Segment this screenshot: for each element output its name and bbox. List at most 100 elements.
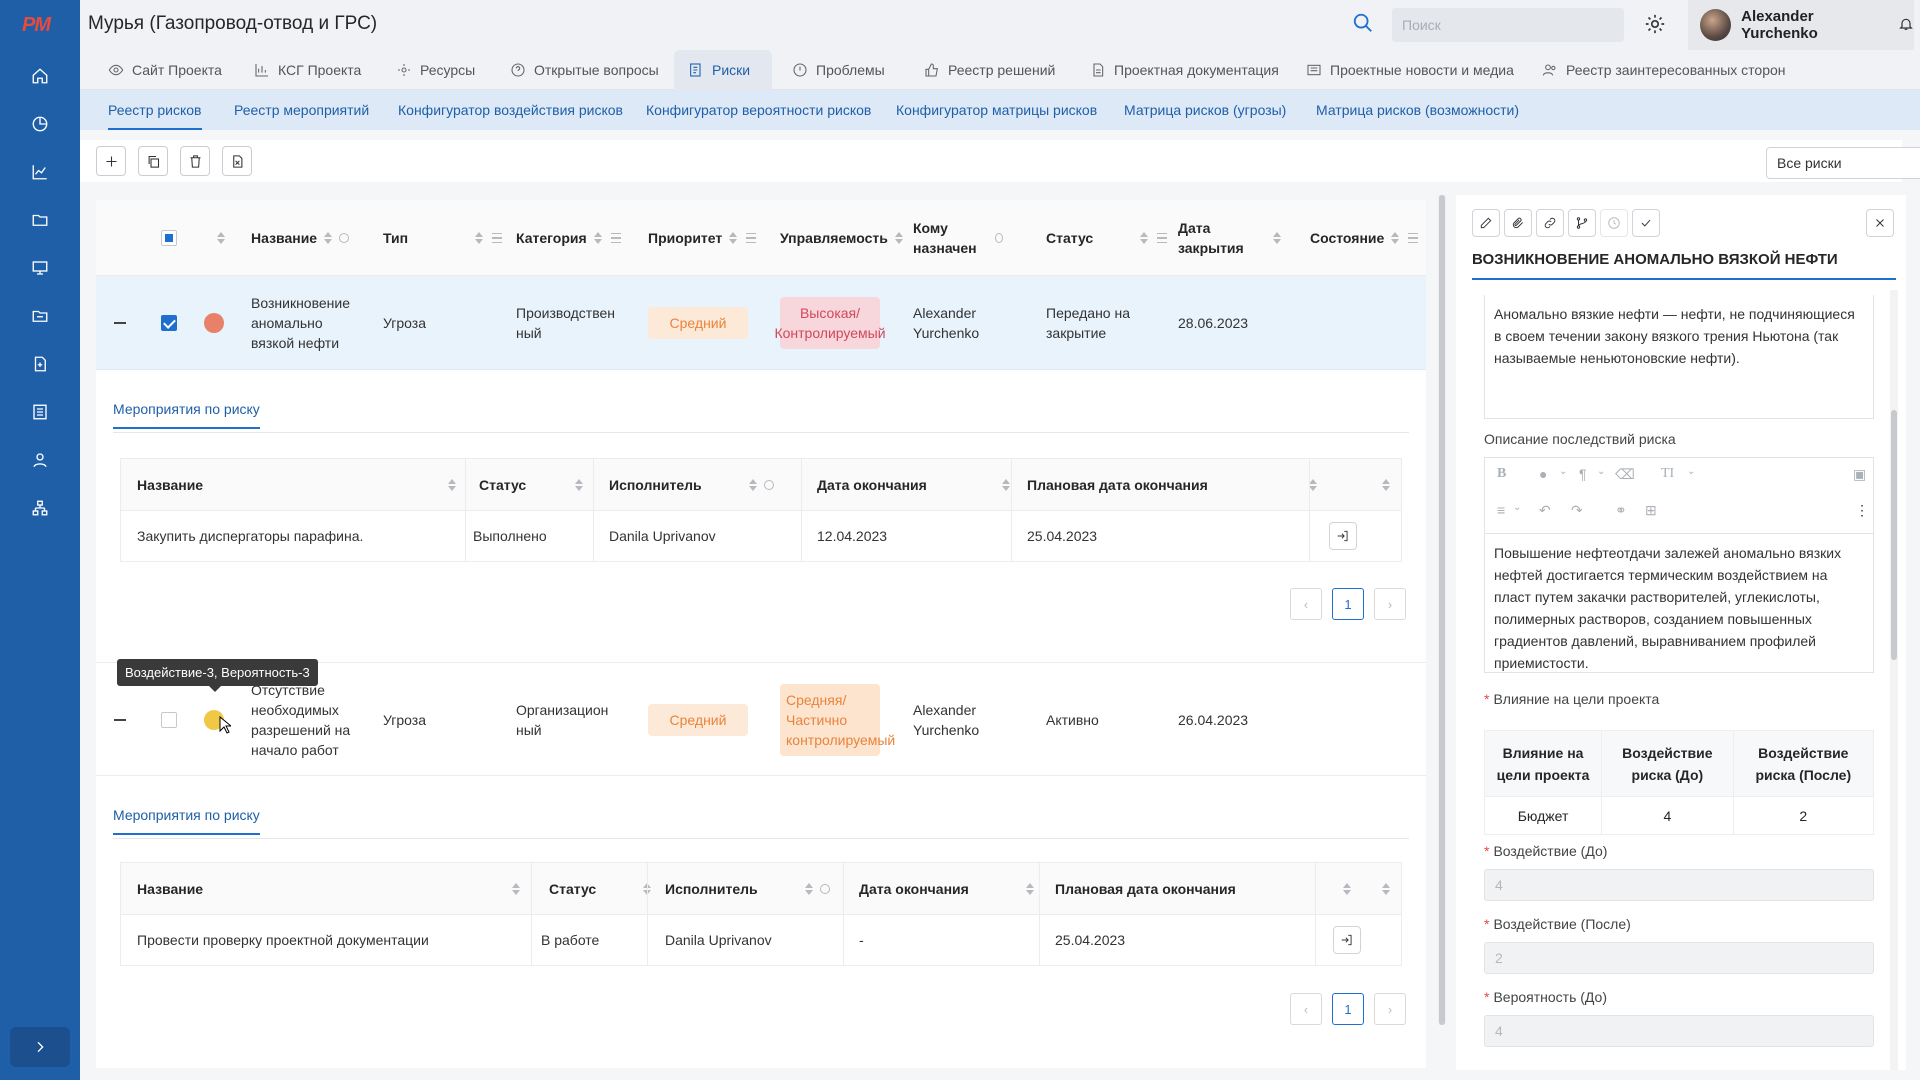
text-size-icon[interactable]: TI (1661, 466, 1674, 482)
tab-ksg[interactable]: КСГ Проекта (254, 50, 361, 90)
sidebar-expand-button[interactable] (10, 1027, 70, 1067)
m-col-executor[interactable]: Исполнитель (609, 459, 774, 511)
user-icon[interactable] (28, 448, 52, 472)
org-structure-icon[interactable] (28, 496, 52, 520)
m-col-status[interactable]: Статус (549, 863, 652, 915)
chevron-down-icon[interactable]: ⌄ (1513, 502, 1521, 513)
collapse-icon[interactable] (114, 276, 126, 370)
redo-icon[interactable]: ↷ (1571, 502, 1583, 519)
file-add-icon[interactable] (28, 352, 52, 376)
col-control[interactable]: Управляемость (780, 200, 904, 276)
tab-resources[interactable]: Ресурсы (396, 50, 475, 90)
m-col-plan-end[interactable]: Плановая дата окончания (1055, 863, 1352, 915)
next-page-button[interactable]: › (1374, 993, 1406, 1025)
align-icon[interactable]: ≡ (1497, 502, 1505, 518)
page-number[interactable]: 1 (1332, 993, 1364, 1025)
analytics-icon[interactable] (28, 160, 52, 184)
col-close-date-sort[interactable] (1266, 200, 1282, 276)
risk-level-dot[interactable] (204, 276, 224, 370)
description-text[interactable]: Аномально вязкие нефти — нефти, не подчи… (1484, 295, 1874, 419)
search-icon[interactable] (1352, 12, 1374, 34)
delete-button[interactable] (180, 146, 210, 176)
dashboard-icon[interactable] (28, 112, 52, 136)
tab-stakeholders[interactable]: Реестр заинтересованных сторон (1542, 50, 1786, 90)
image-icon[interactable]: ▣ (1853, 466, 1866, 483)
subtab-risk-registry[interactable]: Реестр рисков (108, 90, 202, 130)
color-icon[interactable]: ● (1539, 466, 1547, 482)
risk-filter-select[interactable]: Все риски (1766, 147, 1920, 179)
m-col-name[interactable]: Название (137, 459, 437, 511)
impact-after-field[interactable]: 2 (1484, 942, 1874, 974)
tab-decisions[interactable]: Реестр решений (924, 50, 1055, 90)
eraser-icon[interactable]: ⌫ (1615, 466, 1635, 483)
m-col-name-sort[interactable] (441, 459, 457, 511)
subtab-matrix-opportunities[interactable]: Матрица рисков (возможности) (1316, 90, 1519, 130)
attach-button[interactable] (1504, 209, 1532, 237)
select-all-checkbox[interactable] (161, 200, 177, 276)
app-logo[interactable]: PM (22, 14, 51, 37)
measures-tab[interactable]: Мероприятия по риску (113, 807, 260, 835)
subtab-matrix-threats[interactable]: Матрица рисков (угрозы) (1124, 90, 1286, 130)
prev-page-button[interactable]: ‹ (1290, 588, 1322, 620)
measures-tab[interactable]: Мероприятия по риску (113, 401, 260, 429)
chevron-down-icon[interactable]: ⌄ (1687, 466, 1695, 477)
prev-page-button[interactable]: ‹ (1290, 993, 1322, 1025)
tab-questions[interactable]: Открытые вопросы (510, 50, 659, 90)
consequences-text[interactable]: Повышение нефтеотдачи залежей аномально … (1484, 533, 1874, 673)
col-assignee[interactable]: Кому назначен (913, 200, 1003, 276)
col-category[interactable]: Категория (516, 200, 621, 276)
filter-menu-icon[interactable] (492, 233, 503, 243)
projects-icon[interactable] (28, 304, 52, 328)
col-state[interactable]: Состояние (1310, 200, 1419, 276)
tab-site[interactable]: Сайт Проекта (108, 50, 222, 90)
table-row[interactable]: Возникновение аномально вязкой нефти Угр… (96, 276, 1426, 370)
measure-action[interactable] (1329, 511, 1357, 561)
export-button[interactable] (222, 146, 252, 176)
page-number[interactable]: 1 (1332, 588, 1364, 620)
filter-menu-icon[interactable] (1408, 233, 1419, 243)
home-icon[interactable] (28, 64, 52, 88)
close-panel-button[interactable] (1866, 209, 1894, 237)
search-icon[interactable] (763, 480, 774, 490)
search-icon[interactable] (995, 233, 1003, 243)
bold-icon[interactable]: B (1497, 466, 1506, 482)
more-vertical-icon[interactable]: ⋮ (1855, 502, 1869, 519)
registry-icon[interactable] (28, 400, 52, 424)
subtab-measures-registry[interactable]: Реестр мероприятий (234, 90, 369, 130)
filter-menu-icon[interactable] (746, 233, 757, 243)
login-icon[interactable] (1329, 522, 1357, 550)
tab-documentation[interactable]: Проектная документация (1090, 50, 1279, 90)
tab-problems[interactable]: Проблемы (792, 50, 885, 90)
impact-after[interactable]: 2 (1732, 796, 1875, 835)
subtab-matrix-config[interactable]: Конфигуратор матрицы рисков (896, 90, 1097, 130)
chevron-down-icon[interactable]: ⌄ (1597, 466, 1605, 477)
subtab-probability-config[interactable]: Конфигуратор вероятности рисков (646, 90, 871, 130)
m-col-plan-end[interactable]: Плановая дата окончания (1027, 459, 1318, 511)
col-close-date[interactable]: Дата закрытия (1178, 200, 1244, 276)
undo-icon[interactable]: ↶ (1539, 502, 1551, 519)
chevron-down-icon[interactable]: ⌄ (1559, 466, 1567, 477)
col-name[interactable]: Название (251, 200, 350, 276)
approve-button[interactable] (1632, 209, 1660, 237)
add-button[interactable] (96, 146, 126, 176)
tab-news[interactable]: Проектные новости и медиа (1306, 50, 1514, 90)
next-page-button[interactable]: › (1374, 588, 1406, 620)
presentation-icon[interactable] (28, 256, 52, 280)
m-col-action-sort[interactable] (1375, 863, 1391, 915)
main-scrollbar[interactable] (1438, 195, 1446, 1025)
copy-button[interactable] (138, 146, 168, 176)
search-input[interactable] (1392, 8, 1624, 42)
m-col-action-sort[interactable] (1375, 459, 1391, 511)
history-button[interactable] (1600, 209, 1628, 237)
folder-icon[interactable] (28, 208, 52, 232)
m-col-name-sort[interactable] (505, 863, 521, 915)
m-col-end[interactable]: Дата окончания (817, 459, 1011, 511)
search-icon[interactable] (819, 884, 830, 894)
m-col-status[interactable]: Статус (479, 459, 584, 511)
prob-before-field[interactable]: 4 (1484, 1015, 1874, 1047)
edit-button[interactable] (1472, 209, 1500, 237)
tab-risks[interactable]: Риски (674, 50, 772, 90)
login-icon[interactable] (1333, 926, 1361, 954)
link-icon[interactable]: ⚭ (1615, 502, 1627, 519)
col-status[interactable]: Статус (1046, 200, 1168, 276)
